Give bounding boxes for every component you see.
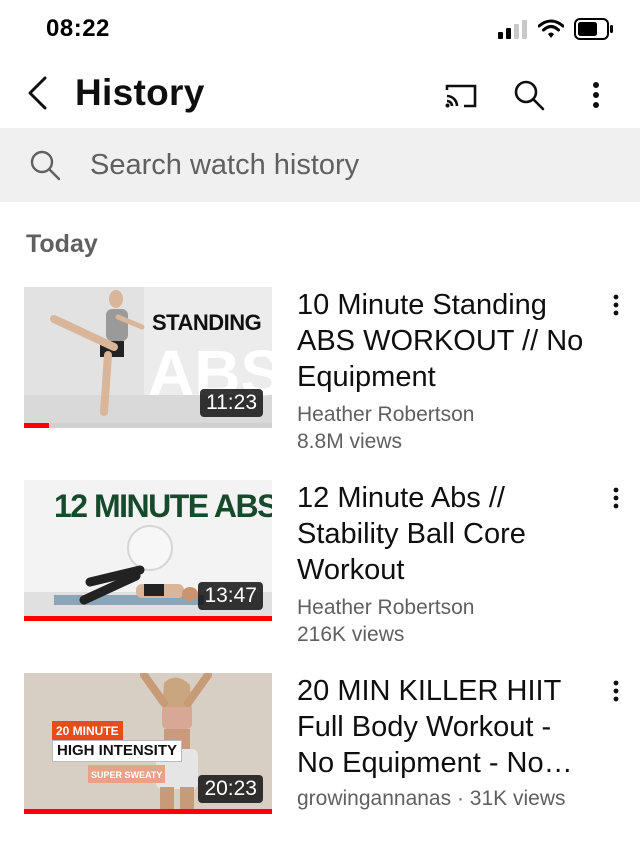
more-vertical-icon xyxy=(613,680,619,702)
video-thumbnail[interactable]: 12 MINUTE ABS 13:47 xyxy=(24,480,272,620)
thumbnail-caption: 20 MINUTE xyxy=(52,721,123,741)
thumbnail-caption: STANDING xyxy=(152,310,262,335)
thumbnail-caption: 12 MINUTE ABS xyxy=(54,488,272,524)
cast-button[interactable] xyxy=(440,76,482,116)
page-title: History xyxy=(75,72,205,113)
search-button[interactable] xyxy=(508,74,550,116)
cast-icon xyxy=(445,84,477,108)
video-duration: 13:47 xyxy=(198,582,263,610)
more-vertical-icon xyxy=(613,294,619,316)
back-button[interactable] xyxy=(18,72,58,114)
video-options-button[interactable] xyxy=(601,287,631,323)
history-video-item[interactable]: 20 MINUTE HIGH INTENSITY SUPER SWEATY 20… xyxy=(0,673,640,823)
history-video-item[interactable]: 12 MINUTE ABS 13:47 12 Minute Abs // Sta… xyxy=(0,480,640,646)
battery-icon xyxy=(574,18,614,45)
wifi-icon xyxy=(537,19,565,44)
watch-progress-bar xyxy=(24,809,272,814)
status-icons xyxy=(498,18,614,45)
search-icon xyxy=(514,80,545,111)
video-options-button[interactable] xyxy=(601,480,631,516)
video-channel: Heather Robertson xyxy=(297,596,475,619)
video-options-button[interactable] xyxy=(601,673,631,709)
video-thumbnail[interactable]: STANDING ABS 11:23 xyxy=(24,287,272,427)
video-views: 8.8M views xyxy=(297,430,403,453)
video-thumbnail[interactable]: 20 MINUTE HIGH INTENSITY SUPER SWEATY 20… xyxy=(24,673,272,813)
watch-progress-bar xyxy=(24,423,272,428)
search-icon xyxy=(28,148,62,182)
thumbnail-caption: HIGH INTENSITY xyxy=(52,740,183,762)
more-vertical-icon xyxy=(593,82,599,108)
history-video-item[interactable]: STANDING ABS 11:23 10 Minute Standing AB… xyxy=(0,287,640,453)
history-search-bar xyxy=(0,128,640,202)
status-bar: 08:22 xyxy=(0,0,640,58)
status-time: 08:22 xyxy=(46,15,110,42)
video-title[interactable]: 10 Minute Standing ABS WORKOUT // No Equ… xyxy=(297,287,589,395)
video-duration: 11:23 xyxy=(200,389,263,417)
back-arrow-icon xyxy=(28,76,47,110)
watch-progress-bar xyxy=(24,616,272,621)
section-heading-today: Today xyxy=(26,230,98,258)
thumbnail-caption: SUPER SWEATY xyxy=(88,765,166,783)
watch-progress-fill xyxy=(24,616,272,621)
cellular-signal-icon xyxy=(498,19,528,44)
video-title[interactable]: 20 MIN KILLER HIIT Full Body Workout - N… xyxy=(297,673,589,781)
watch-progress-fill xyxy=(24,809,272,814)
more-vertical-icon xyxy=(613,487,619,509)
video-views: 216K views xyxy=(297,623,405,646)
search-history-input[interactable] xyxy=(90,142,610,188)
video-channel: Heather Robertson xyxy=(297,403,475,426)
video-title[interactable]: 12 Minute Abs // Stability Ball Core Wor… xyxy=(297,480,589,588)
video-duration: 20:23 xyxy=(198,775,263,803)
app-bar: History xyxy=(0,58,640,128)
more-options-button[interactable] xyxy=(578,74,614,116)
video-channel-views: growingannanas · 31K views xyxy=(297,787,566,810)
watch-progress-fill xyxy=(24,423,49,428)
